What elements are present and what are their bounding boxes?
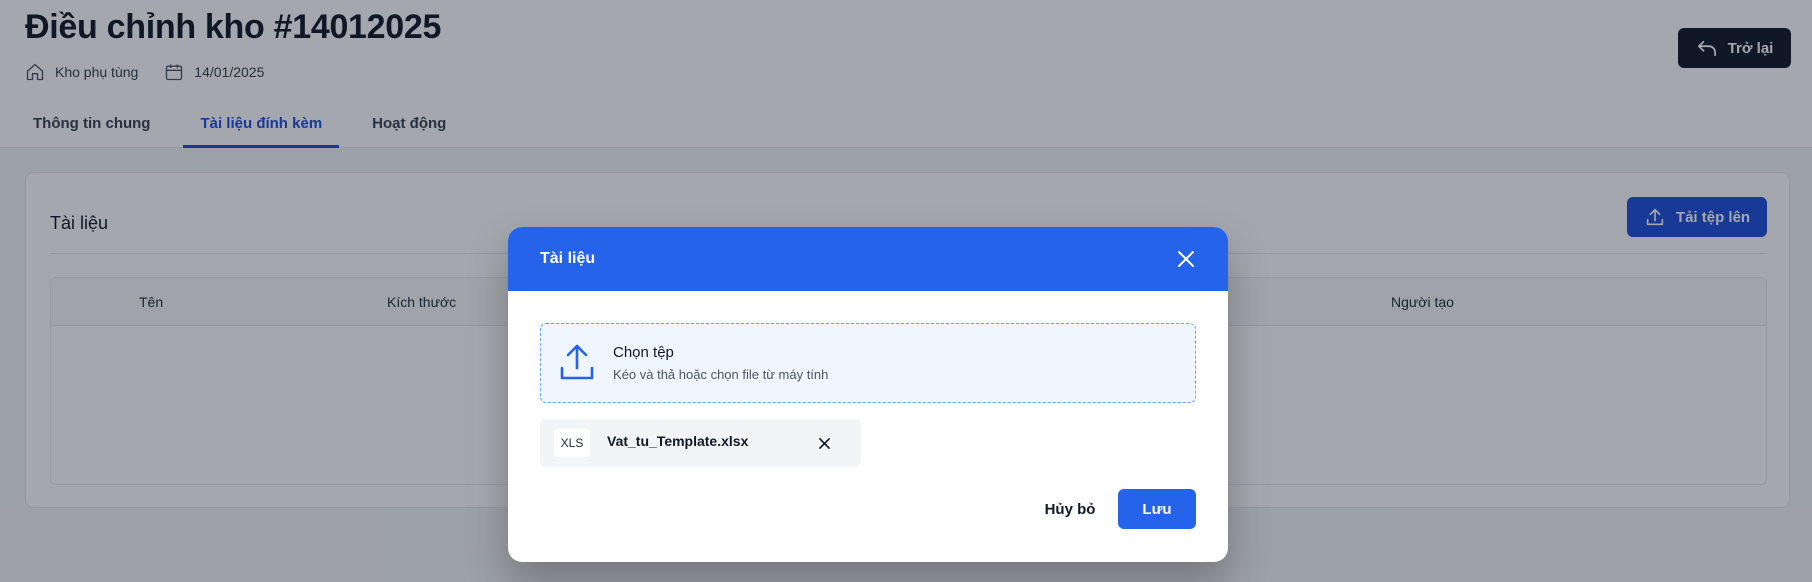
dropzone-title: Chọn tệp <box>613 344 674 361</box>
file-dropzone[interactable]: Chọn tệp Kéo và thả hoặc chọn file từ má… <box>540 323 1196 403</box>
selected-file: XLS Vat_tu_Template.xlsx <box>540 419 861 467</box>
modal-title: Tài liệu <box>540 250 596 267</box>
close-icon <box>818 437 830 449</box>
save-button[interactable]: Lưu <box>1118 489 1196 529</box>
upload-modal: Tài liệu Chọn tệp Kéo và thả hoặc chọn f… <box>508 227 1228 562</box>
file-type-badge: XLS <box>554 429 590 457</box>
remove-file-button[interactable] <box>815 434 833 452</box>
cancel-button[interactable]: Hủy bỏ <box>1034 489 1106 529</box>
upload-icon <box>560 344 594 380</box>
modal-header: Tài liệu <box>508 227 1228 291</box>
close-icon <box>1178 251 1194 267</box>
file-name: Vat_tu_Template.xlsx <box>607 433 749 449</box>
dropzone-hint: Kéo và thả hoặc chọn file từ máy tính <box>613 367 829 382</box>
modal-close-button[interactable] <box>1174 247 1198 271</box>
